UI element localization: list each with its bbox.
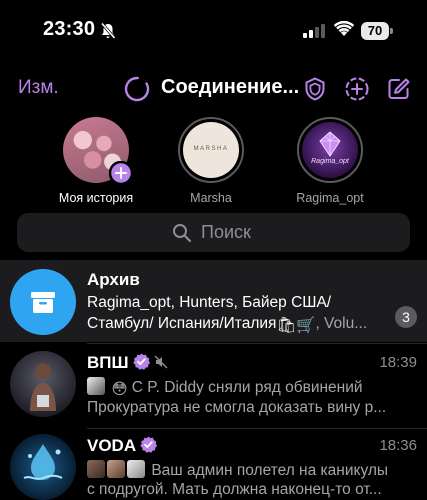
verified-badge-icon bbox=[132, 353, 150, 370]
compose-icon[interactable] bbox=[386, 76, 412, 102]
chat-title: VODA bbox=[87, 436, 137, 455]
story-label: Marsha bbox=[190, 191, 232, 205]
story-ragima[interactable]: Ragima_opt Ragima_opt bbox=[285, 117, 375, 205]
ragima-logo: Ragima_opt bbox=[302, 122, 358, 178]
muted-speaker-icon bbox=[154, 355, 168, 369]
story-my[interactable]: Моя история bbox=[51, 117, 141, 205]
header-title: Соединение... bbox=[161, 76, 300, 98]
search-placeholder: Поиск bbox=[201, 222, 251, 242]
story-label: Моя история bbox=[58, 191, 134, 205]
search-icon bbox=[173, 224, 192, 243]
cellular-signal-icon bbox=[303, 24, 325, 38]
new-story-icon[interactable] bbox=[344, 76, 370, 102]
chat-preview-rest: , Volu... bbox=[315, 315, 368, 332]
chat-time: 18:39 bbox=[379, 354, 417, 371]
story-avatar: MARSHA bbox=[178, 117, 244, 183]
battery-tip bbox=[390, 28, 393, 34]
row-separator bbox=[87, 343, 427, 344]
ragima-logo-text: Ragima_opt bbox=[311, 158, 349, 165]
chat-preview-line2: Прокуратура не смогла доказать вину р... bbox=[87, 399, 387, 416]
chat-preview-line1: Ragima_opt, Hunters, Байер США/ bbox=[87, 294, 332, 311]
shield-icon[interactable] bbox=[302, 76, 328, 102]
story-avatar bbox=[63, 117, 133, 185]
chat-preview-text: Стамбул/ Испания/Италия bbox=[87, 315, 277, 332]
marsha-logo: MARSHA bbox=[183, 122, 239, 178]
shopping-cart-emoji-icon: 🛒 bbox=[296, 317, 316, 334]
chat-preview-line1: 😳 С P. Diddy сняли ряд обвинений bbox=[87, 377, 417, 399]
status-bar: 23:30 70 bbox=[0, 0, 427, 62]
chat-row-vpsh[interactable]: ВПШ 18:39 😳 С P. Diddy сняли ряд обвинен… bbox=[0, 343, 427, 427]
chat-avatar bbox=[10, 351, 76, 417]
battery-indicator: 70 bbox=[361, 22, 393, 40]
battery-level: 70 bbox=[361, 22, 389, 40]
story-label: Ragima_opt bbox=[296, 191, 364, 205]
row-separator bbox=[87, 428, 427, 429]
search-field[interactable]: Поиск bbox=[17, 213, 410, 252]
chat-row-voda[interactable]: VODA 18:36 Ваш админ полетел на каникулы… bbox=[0, 428, 427, 500]
person-photo-icon bbox=[30, 363, 56, 411]
media-thumbnail bbox=[107, 460, 125, 478]
bell-slash-icon bbox=[100, 22, 116, 39]
flushed-face-emoji-icon: 😳 bbox=[111, 381, 128, 398]
crystal-icon bbox=[319, 131, 341, 157]
archive-avatar bbox=[10, 269, 76, 335]
chat-title: ВПШ bbox=[87, 353, 129, 372]
archive-box-icon bbox=[31, 292, 55, 313]
chat-time: 18:36 bbox=[379, 437, 417, 454]
media-thumbnail bbox=[87, 377, 105, 395]
story-marsha[interactable]: MARSHA Marsha bbox=[166, 117, 256, 205]
chat-title-row: VODA bbox=[87, 436, 158, 456]
chat-preview-line2: Стамбул/ Испания/Италия🛍🛒, Volu... bbox=[87, 315, 387, 335]
chat-preview-text: Ваш админ полетел на каникулы bbox=[151, 462, 389, 479]
loading-spinner-icon bbox=[124, 76, 150, 102]
edit-button[interactable]: Изм. bbox=[18, 77, 59, 99]
chat-title-row: ВПШ bbox=[87, 353, 168, 373]
add-story-icon[interactable] bbox=[109, 161, 133, 185]
media-thumbnail bbox=[127, 460, 145, 478]
story-avatar: Ragima_opt bbox=[297, 117, 363, 183]
shopping-bags-emoji-icon: 🛍 bbox=[276, 317, 297, 334]
wifi-icon bbox=[334, 21, 354, 36]
verified-badge-icon bbox=[140, 436, 158, 453]
chat-avatar bbox=[10, 434, 76, 500]
stories-row: Моя история MARSHA Marsha Ragima_opt Rag… bbox=[0, 117, 427, 207]
chat-preview-text: С P. Diddy сняли ряд обвинений bbox=[131, 379, 363, 396]
media-thumbnail bbox=[87, 460, 105, 478]
chat-title: Архив bbox=[87, 270, 140, 289]
chat-row-archive[interactable]: Архив Ragima_opt, Hunters, Байер США/ Ст… bbox=[0, 260, 427, 342]
status-time: 23:30 bbox=[43, 18, 96, 40]
chats-header: Изм. Соединение... bbox=[0, 70, 427, 108]
water-splash-icon bbox=[23, 444, 63, 480]
chat-preview-line2: с подругой. Мать должна наконец-то от... bbox=[87, 481, 382, 498]
chat-preview-line1: Ваш админ полетел на каникулы bbox=[87, 460, 417, 480]
unread-badge: 3 bbox=[395, 306, 417, 328]
